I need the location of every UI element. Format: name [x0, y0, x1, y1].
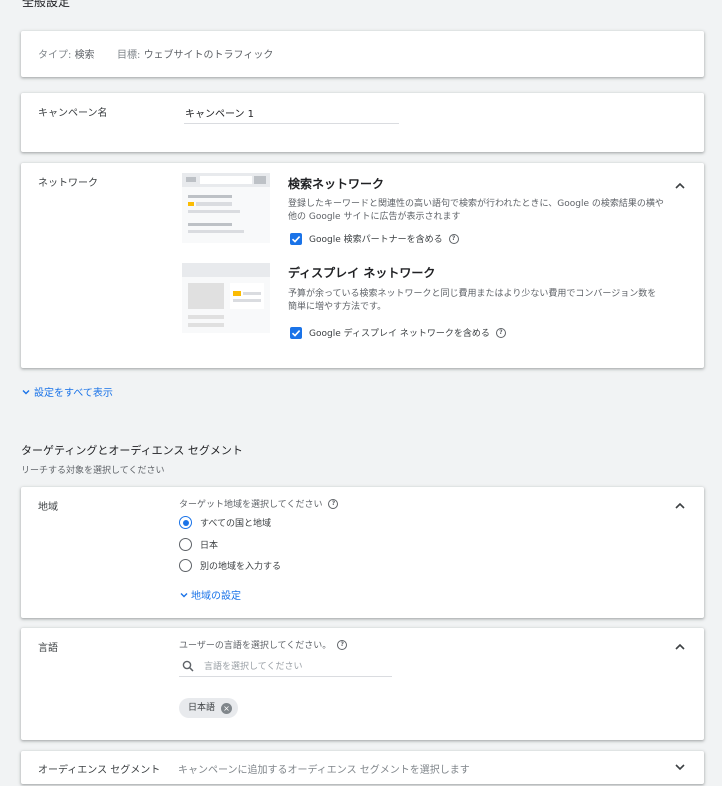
- search-network-illustration: [182, 173, 270, 243]
- location-option-all[interactable]: すべての国と地域: [179, 516, 271, 529]
- campaign-name-value: キャンペーン 1: [185, 109, 255, 120]
- check-icon: [291, 329, 301, 337]
- search-icon: [182, 660, 194, 672]
- help-icon[interactable]: ?: [495, 327, 506, 338]
- display-network-option: Google ディスプレイ ネットワークを含める ?: [290, 326, 506, 339]
- radio-unselected-icon[interactable]: [179, 538, 192, 551]
- radio-unselected-icon[interactable]: [179, 559, 192, 572]
- goal-label: 目標:: [117, 50, 141, 61]
- network-card: ネットワーク 検索ネットワーク 登録したキーワードと関連性の高い語句で検索が行わ…: [21, 163, 704, 368]
- display-network-title: ディスプレイ ネットワーク: [288, 266, 436, 280]
- language-prompt-text: ユーザーの言語を選択してください。: [179, 641, 332, 651]
- location-label: 地域: [38, 502, 58, 513]
- campaign-name-card: キャンペーン名 キャンペーン 1: [21, 93, 704, 152]
- general-settings-title: 全般設定: [22, 0, 71, 9]
- radio-selected-icon[interactable]: [179, 516, 192, 529]
- close-icon[interactable]: ×: [221, 702, 233, 714]
- type-label: タイプ:: [38, 50, 72, 61]
- display-network-desc-line2: 簡単に増やす方法です。: [288, 302, 387, 312]
- location-option-label: 日本: [200, 541, 219, 551]
- search-network-desc-line1: 登録したキーワードと関連性の高い語句で検索が行われたときに、Google の検索…: [288, 199, 664, 209]
- collapse-location-chevron-up-icon[interactable]: [672, 498, 688, 514]
- display-network-checkbox[interactable]: [290, 326, 302, 339]
- location-prompt: ターゲット地域を選択してください ?: [179, 497, 339, 510]
- location-settings-label: 地域の設定: [191, 591, 241, 602]
- display-network-illustration: [182, 263, 270, 333]
- collapse-language-chevron-up-icon[interactable]: [672, 639, 688, 655]
- chevron-down-icon: [180, 592, 188, 597]
- targeting-subtitle: リーチする対象を選択してください: [21, 466, 165, 476]
- show-all-settings-link[interactable]: 設定をすべて表示: [21, 384, 113, 399]
- location-prompt-text: ターゲット地域を選択してください: [179, 500, 323, 510]
- collapse-network-chevron-up-icon[interactable]: [672, 178, 688, 194]
- location-option-other[interactable]: 別の地域を入力する: [179, 559, 281, 572]
- campaign-name-input[interactable]: キャンペーン 1: [184, 103, 399, 124]
- network-label: ネットワーク: [38, 178, 98, 189]
- search-network-description: 登録したキーワードと関連性の高い語句で検索が行われたときに、Google の検索…: [288, 198, 668, 224]
- check-icon: [291, 235, 301, 243]
- language-search-placeholder: 言語を選択してください: [204, 662, 303, 672]
- campaign-summary-card: タイプ: 検索 目標: ウェブサイトのトラフィック: [21, 31, 704, 77]
- audience-card[interactable]: オーディエンス セグメント キャンペーンに追加するオーディエンス セグメントを選…: [21, 751, 704, 784]
- language-card: 言語 ユーザーの言語を選択してください。 ? 言語を選択してください 日本語 ×: [21, 628, 704, 740]
- search-partners-option: Google 検索パートナーを含める ?: [290, 232, 459, 245]
- language-label: 言語: [38, 643, 58, 654]
- campaign-type: タイプ: 検索: [38, 46, 95, 61]
- help-icon[interactable]: ?: [448, 233, 459, 244]
- targeting-title: ターゲティングとオーディエンス セグメント: [21, 444, 243, 457]
- language-chip: 日本語 ×: [179, 695, 239, 718]
- display-network-checkbox-label: Google ディスプレイ ネットワークを含める: [309, 329, 490, 339]
- search-partners-checkbox[interactable]: [290, 232, 302, 245]
- show-all-settings-label: 設定をすべて表示: [34, 388, 113, 399]
- campaign-goal: 目標: ウェブサイトのトラフィック: [117, 46, 273, 61]
- location-option-japan[interactable]: 日本: [179, 538, 218, 551]
- goal-value: ウェブサイトのトラフィック: [143, 50, 274, 61]
- campaign-name-label: キャンペーン名: [38, 108, 108, 119]
- type-value: 検索: [74, 50, 95, 61]
- help-icon[interactable]: ?: [328, 498, 339, 509]
- location-option-label: すべての国と地域: [200, 519, 272, 529]
- location-card: 地域 ターゲット地域を選択してください ? すべての国と地域 日本 別の地域を入…: [21, 487, 704, 618]
- search-network-desc-line2: 他の Google サイトに広告が表示されます: [288, 212, 461, 222]
- help-icon[interactable]: ?: [337, 639, 348, 650]
- search-partners-label: Google 検索パートナーを含める: [309, 235, 443, 245]
- audience-label: オーディエンス セグメント: [38, 765, 161, 776]
- expand-audience-chevron-down-icon[interactable]: [672, 759, 688, 775]
- location-option-label: 別の地域を入力する: [200, 562, 282, 572]
- audience-prompt: キャンペーンに追加するオーディエンス セグメントを選択します: [178, 765, 470, 776]
- search-network-title: 検索ネットワーク: [288, 177, 385, 191]
- chevron-down-icon: [22, 389, 30, 394]
- language-chip-label: 日本語: [188, 703, 216, 713]
- display-network-desc-line1: 予算が余っている検索ネットワークと同じ費用またはより少ない費用でコンバージョン数…: [288, 289, 657, 299]
- language-prompt: ユーザーの言語を選択してください。 ?: [179, 638, 348, 651]
- location-settings-link[interactable]: 地域の設定: [179, 587, 241, 602]
- display-network-description: 予算が余っている検索ネットワークと同じ費用またはより少ない費用でコンバージョン数…: [288, 288, 668, 314]
- language-search-input[interactable]: 言語を選択してください: [179, 655, 392, 677]
